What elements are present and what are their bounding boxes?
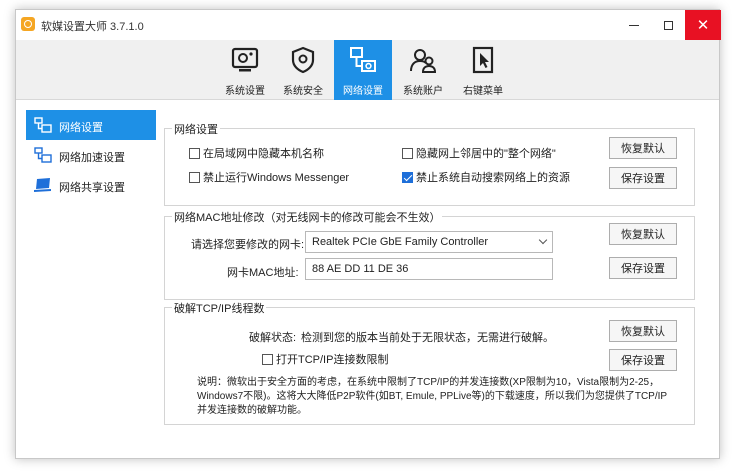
checkbox-box-checked — [402, 171, 413, 183]
restore-default-button[interactable]: 恢复默认 — [609, 223, 677, 245]
restore-default-button[interactable]: 恢复默认 — [609, 320, 677, 342]
close-button[interactable]: ✕ — [685, 10, 721, 40]
window-title: 软媒设置大师 3.7.1.0 — [41, 21, 144, 33]
checkbox-label: 打开TCP/IP连接数限制 — [276, 354, 389, 366]
mac-address-input[interactable]: 88 AE DD 11 DE 36 — [305, 258, 553, 280]
checkbox-box — [189, 171, 200, 183]
tab-label: 系统设置 — [225, 86, 265, 97]
app-window: 软媒设置大师 3.7.1.0 ✕ 系统设置 系统安全 网络设置 系统账户 右键菜… — [15, 9, 721, 459]
app-logo-icon — [21, 17, 35, 31]
sidebar-item-label: 网络设置 — [59, 122, 103, 134]
tcpip-group: 破解TCP/IP线程数 破解状态: 检测到您的版本当前处于无限状态，无需进行破解… — [164, 300, 695, 425]
sidebar-item-network-acceleration[interactable]: 网络加速设置 — [26, 140, 156, 170]
sidebar-item-network-settings[interactable]: 网络设置 — [26, 110, 156, 140]
restore-default-button[interactable]: 恢复默认 — [609, 137, 677, 159]
cursor-menu-icon — [472, 46, 494, 74]
tab-system-settings[interactable]: 系统设置 — [216, 40, 274, 100]
system-settings-icon — [231, 47, 259, 72]
group-title: 网络设置 — [172, 121, 220, 137]
adapter-label: 请选择您要修改的网卡: — [191, 239, 305, 251]
tcpip-description: 说明：微软出于安全方面的考虑，在系统中限制了TCP/IP的并发连接数(XP限制为… — [197, 377, 668, 416]
crack-status-label: 破解状态: — [249, 332, 297, 344]
crack-status-value: 检测到您的版本当前处于无限状态，无需进行破解。 — [301, 332, 554, 344]
checkbox-box — [262, 353, 273, 365]
tab-label: 右键菜单 — [463, 86, 503, 97]
save-settings-button[interactable]: 保存设置 — [609, 167, 677, 189]
sidebar-item-label: 网络加速设置 — [59, 152, 125, 164]
network-icon — [350, 47, 376, 72]
network-accel-icon — [34, 147, 52, 163]
tab-label: 系统安全 — [283, 86, 323, 97]
mac-address-group: 网络MAC地址修改（对无线网卡的修改可能会不生效） 请选择您要修改的网卡: Re… — [164, 209, 695, 300]
user-accounts-icon — [410, 49, 437, 73]
mac-label: 网卡MAC地址: — [227, 267, 299, 279]
adapter-select[interactable]: Realtek PCIe GbE Family Controller — [305, 231, 553, 253]
disable-auto-search-checkbox[interactable]: 禁止系统自动搜索网络上的资源 — [402, 169, 570, 185]
group-title: 破解TCP/IP线程数 — [172, 300, 267, 316]
minimize-button[interactable] — [616, 10, 652, 40]
network-settings-group: 网络设置 在局域网中隐藏本机名称 隐藏网上邻居中的"整个网络" 禁止运行Wind… — [164, 121, 695, 206]
save-settings-button[interactable]: 保存设置 — [609, 257, 677, 279]
tab-label: 网络设置 — [343, 86, 383, 97]
group-title: 网络MAC地址修改（对无线网卡的修改可能会不生效） — [172, 209, 443, 225]
sidebar: 网络设置 网络加速设置 网络共享设置 — [26, 110, 156, 200]
tab-system-security[interactable]: 系统安全 — [274, 40, 332, 100]
enable-tcpip-limit-checkbox[interactable]: 打开TCP/IP连接数限制 — [262, 351, 388, 367]
checkbox-label: 在局域网中隐藏本机名称 — [203, 148, 324, 160]
hide-computer-name-checkbox[interactable]: 在局域网中隐藏本机名称 — [189, 145, 324, 161]
minimize-icon — [629, 24, 639, 26]
shield-icon — [291, 46, 315, 74]
tab-context-menu[interactable]: 右键菜单 — [454, 40, 512, 100]
tab-system-accounts[interactable]: 系统账户 — [394, 40, 452, 100]
laptop-share-icon — [34, 178, 51, 192]
save-settings-button[interactable]: 保存设置 — [609, 349, 677, 371]
mac-address-value: 88 AE DD 11 DE 36 — [312, 263, 409, 275]
sidebar-item-label: 网络共享设置 — [59, 182, 125, 194]
maximize-icon — [663, 20, 673, 30]
maximize-button[interactable] — [650, 10, 686, 40]
chevron-down-icon — [538, 235, 548, 245]
checkbox-box — [402, 147, 413, 159]
hide-entire-network-checkbox[interactable]: 隐藏网上邻居中的"整个网络" — [402, 145, 556, 161]
close-icon: ✕ — [696, 17, 710, 34]
main-toolbar: 系统设置 系统安全 网络设置 系统账户 右键菜单 — [16, 40, 719, 100]
disable-messenger-checkbox[interactable]: 禁止运行Windows Messenger — [189, 169, 349, 185]
checkbox-label: 隐藏网上邻居中的"整个网络" — [416, 148, 556, 160]
sidebar-item-network-sharing[interactable]: 网络共享设置 — [26, 170, 156, 200]
checkbox-box — [189, 147, 200, 159]
network-icon — [34, 117, 52, 133]
tab-label: 系统账户 — [403, 86, 443, 97]
checkbox-label: 禁止运行Windows Messenger — [203, 172, 350, 184]
tab-network-settings[interactable]: 网络设置 — [334, 40, 392, 100]
adapter-value: Realtek PCIe GbE Family Controller — [312, 236, 489, 248]
checkbox-label: 禁止系统自动搜索网络上的资源 — [416, 172, 570, 184]
title-bar: 软媒设置大师 3.7.1.0 ✕ — [16, 10, 721, 40]
